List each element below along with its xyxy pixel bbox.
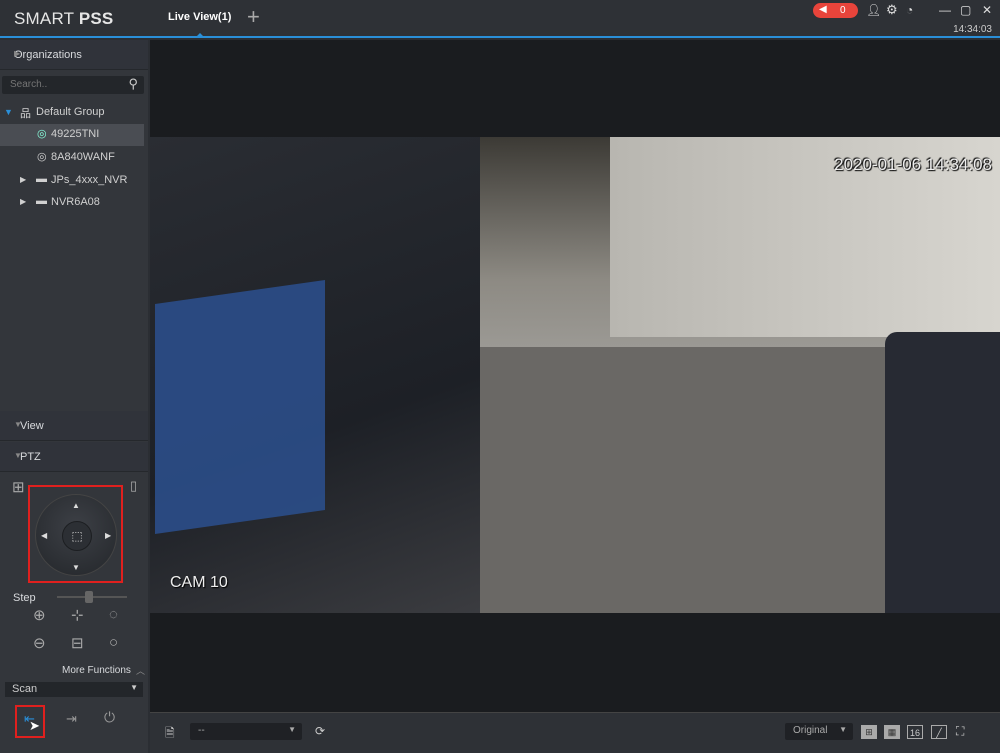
chevron-up-icon[interactable]: ︿ [136,664,145,677]
expand-icon[interactable]: ▶ [20,197,26,206]
tree-label: 49225TNI [51,128,100,140]
video-sofa [885,332,1000,613]
logo-text: SMART [14,9,79,28]
app-logo: SMART PSS [14,9,113,29]
camera-online-icon: ◎ [37,128,47,140]
zoom-out-icon[interactable]: ⊖ [33,634,46,652]
tree-label: JPs_4xxx_NVR [51,174,128,186]
add-tab-button[interactable]: + [247,4,260,30]
tree-label: Default Group [36,106,105,118]
video-floor [480,347,890,613]
layout-4-icon[interactable]: ⊞ [861,725,877,739]
bottom-toolbar: 🗎︎ -- ▼ ⟳ Original ▼ ⊞ ▦ 16 ╱ ⛶ [150,712,1000,753]
minimize-icon[interactable]: — [939,3,951,17]
tree-device-nvr6a08[interactable]: ▶ ▬ NVR6A08 [0,192,144,214]
video-timestamp: 2020-01-06 14:34:08 [834,155,992,174]
stream-select[interactable]: -- ▼ [190,723,302,740]
tree-group-default[interactable]: ▼ 品 Default Group [0,102,144,124]
user-icon[interactable]: 👤︎ [866,3,881,17]
chevron-down-icon: ▼ [14,420,22,429]
camera-icon: ◎ [37,151,47,163]
tab-live-view[interactable]: Live View(1) [168,11,231,23]
clock: 14:34:03 [953,24,992,35]
tree-device-49225TNI[interactable]: ◎ 49225TNI [0,124,144,146]
slider-handle[interactable] [84,591,93,603]
layout-9-icon[interactable]: ▦ [884,725,900,739]
scale-select-value: Original [793,725,828,736]
title-bar: SMART PSS Live View(1) + ◀ 0 👤︎ ⚙ ◔ — ▢ ✕… [0,0,1000,38]
function-select-value: Scan [12,683,38,695]
focus-near-icon[interactable]: ⊹ [71,606,84,624]
search-icon[interactable]: ⚲ [128,76,138,92]
nvr-icon: ▬ [36,173,47,185]
view-header[interactable]: View ▼ [0,411,148,441]
maximize-icon[interactable]: ▢ [960,3,971,17]
alarm-button[interactable]: ◀ 0 [813,3,858,18]
scan-end-icon[interactable]: ⇥ [66,711,77,727]
more-functions-toggle[interactable]: More Functions [62,665,131,676]
power-icon[interactable]: ⏻ [104,709,115,726]
dropdown-arrow-icon: ▼ [130,683,138,692]
camera-label: CAM 10 [170,574,228,591]
layout-16-button[interactable]: 16 [907,725,923,739]
dropdown-arrow-icon: ▼ [288,725,296,734]
logo-bold-text: PSS [78,9,114,28]
scale-select[interactable]: Original ▼ [785,723,853,740]
refresh-icon[interactable]: ⟳ [315,724,325,738]
mouse-icon[interactable]: ▯ [130,478,137,494]
tree-device-jps-nvr[interactable]: ▶ ▬ JPs_4xxx_NVR [0,170,144,192]
custom-layout-icon[interactable]: ╱ [931,725,947,739]
fullscreen-icon[interactable]: ⛶ [956,724,964,739]
expand-icon[interactable]: ▶ [20,175,26,184]
nvr-icon: ▬ [36,195,47,207]
speaker-icon: ◀ [819,4,827,15]
tree-label: NVR6A08 [51,196,100,208]
video-monitor [155,280,325,534]
performance-gauge-icon[interactable]: ◔ [906,3,913,17]
highlight-box [28,485,123,583]
zoom-in-icon[interactable]: ⊕ [33,606,46,624]
search-input[interactable] [10,79,120,90]
ptz-header[interactable]: PTZ ▼ [0,442,148,472]
mouse-cursor-icon: ➤ [29,718,40,733]
step-label: Step [13,592,36,604]
active-tab-indicator [197,33,203,36]
iris-small-icon[interactable]: ◌ [109,606,118,623]
video-feed[interactable]: 2020-01-06 14:34:08 CAM 10 [150,137,1000,613]
close-icon[interactable]: ✕ [982,3,992,17]
function-select[interactable]: Scan ▼ [5,682,143,697]
stream-select-value: -- [198,725,205,736]
tree-label: 8A840WANF [51,151,115,163]
save-icon[interactable]: 🗎︎ [165,724,175,745]
preset-grid-icon[interactable]: ⊞ [12,478,25,496]
tree-device-8A840WANF[interactable]: ◎ 8A840WANF [0,147,144,169]
focus-far-icon[interactable]: ⊟ [71,634,84,652]
group-icon: 品 [20,108,31,120]
iris-large-icon[interactable]: ○ [109,634,118,651]
gear-icon[interactable]: ⚙ [886,2,898,18]
chevron-right-icon: ▶ [14,49,21,58]
dropdown-arrow-icon: ▼ [839,725,847,734]
step-slider[interactable] [57,591,127,603]
chevron-down-icon: ▼ [14,451,22,460]
search-box: ⚲ [2,76,144,94]
alarm-count: 0 [840,5,846,16]
organizations-header[interactable]: Organizations ▶ [0,40,148,70]
expand-icon[interactable]: ▼ [4,107,13,117]
